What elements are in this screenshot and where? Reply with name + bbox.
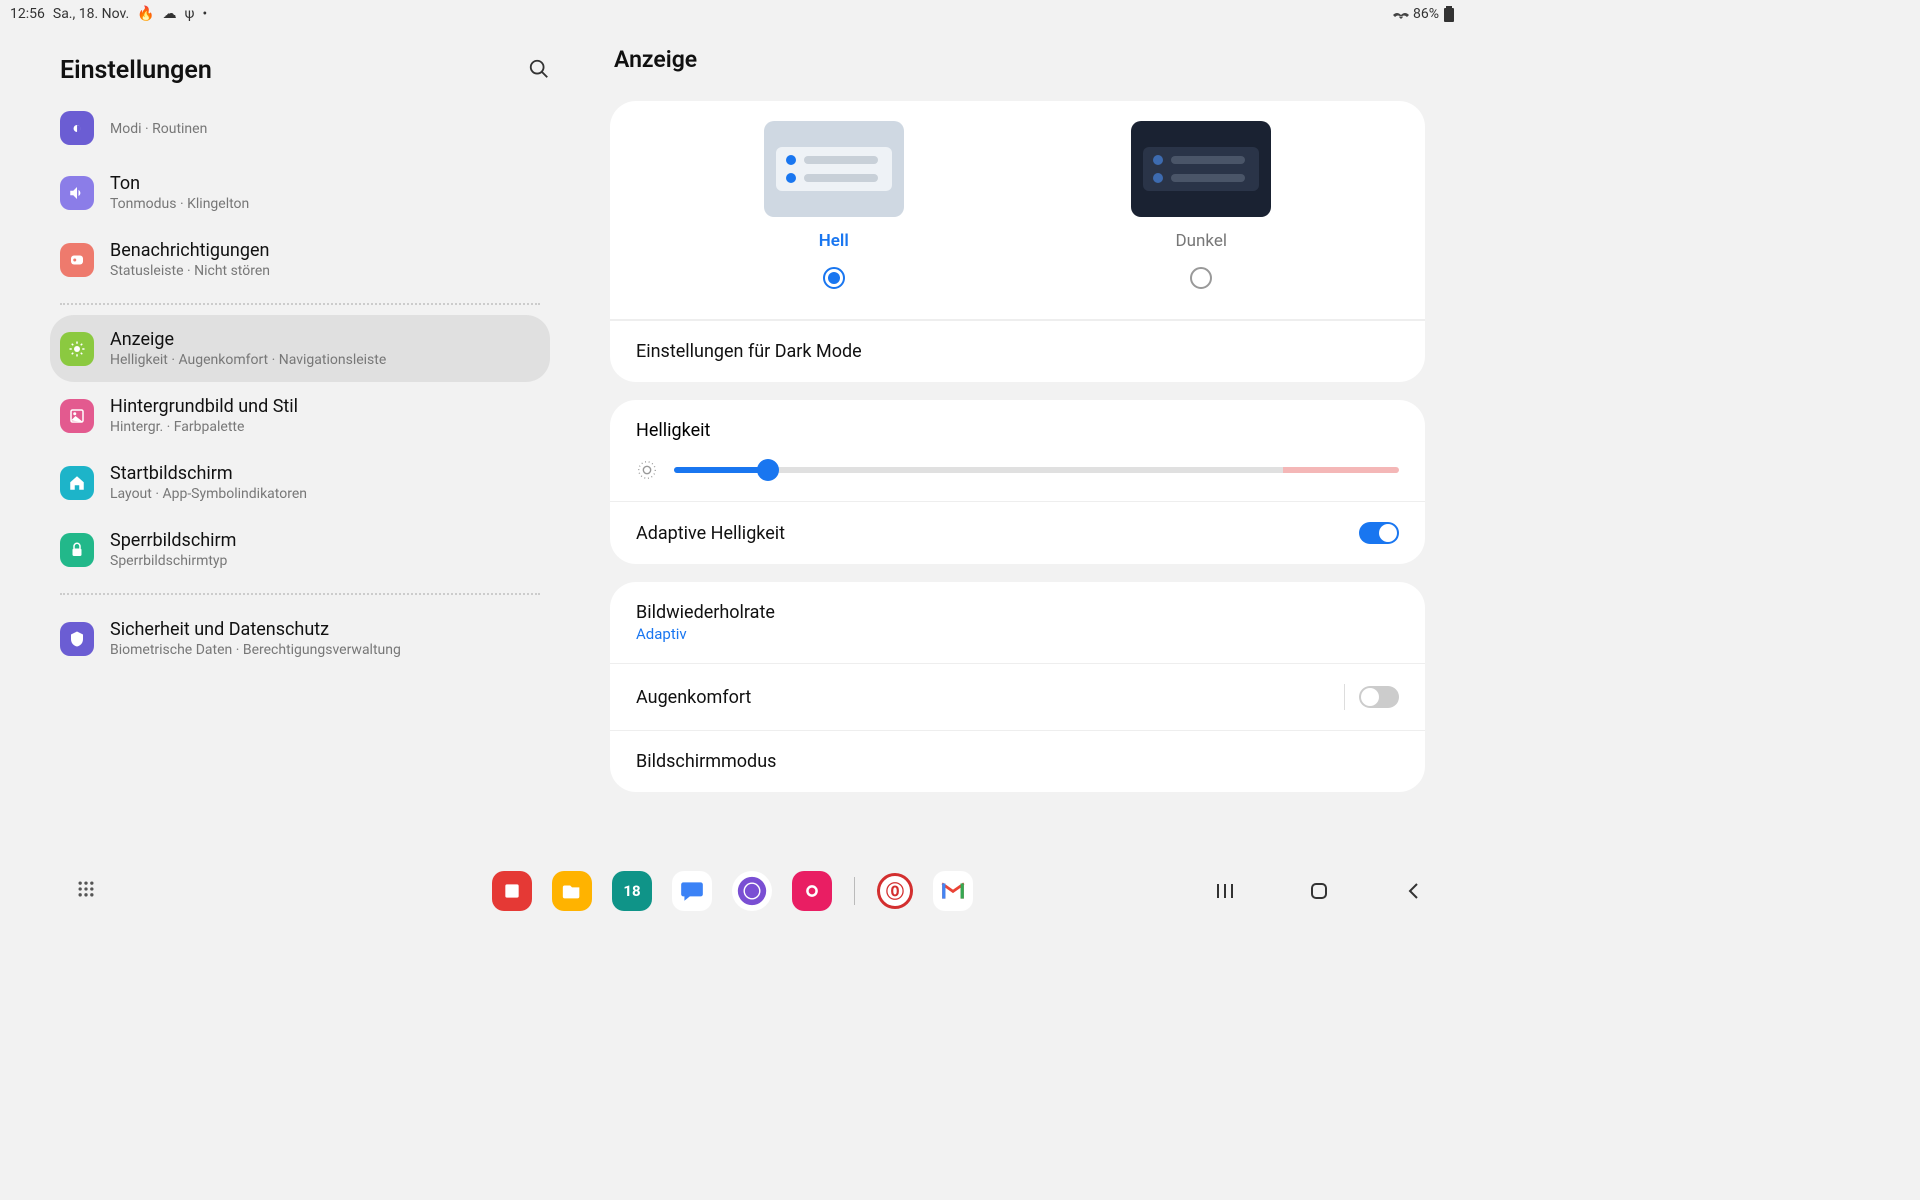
sidebar-list[interactable]: ◐ Modi · Routinen Ton Tonmodus · Klingel… [10, 111, 570, 866]
sidebar-item-label: Hintergrundbild und Stil [110, 396, 298, 417]
dark-mode-settings-label: Einstellungen für Dark Mode [636, 341, 862, 362]
theme-preview-dark [1131, 121, 1271, 217]
more-display-card: Bildwiederholrate Adaptiv Augenkomfort B… [610, 582, 1425, 792]
sidebar-item-sub: Tonmodus · Klingelton [110, 196, 249, 212]
refresh-rate-label: Bildwiederholrate [636, 602, 775, 623]
sidebar-item-homescreen[interactable]: Startbildschirm Layout · App-Symbolindik… [50, 449, 550, 516]
settings-sidebar: Einstellungen ◐ Modi · Routinen Ton Ton [0, 28, 580, 866]
cloud-icon: ☁ [163, 6, 177, 22]
status-right: 86% [1393, 6, 1455, 22]
notifications-icon [60, 243, 94, 277]
sidebar-item-modes[interactable]: ◐ Modi · Routinen [50, 111, 550, 159]
dock-app-1[interactable] [492, 871, 532, 911]
sidebar-item-sub: Sperrbildschirmtyp [110, 553, 236, 569]
theme-option-dark[interactable]: Dunkel [1131, 121, 1271, 289]
apps-drawer-button[interactable] [76, 879, 96, 903]
brightness-card: Helligkeit Adaptive Helligkeit [610, 400, 1425, 564]
wifi-icon [1393, 7, 1409, 21]
nav-home[interactable] [1307, 879, 1331, 903]
dock-separator [854, 877, 855, 905]
modes-icon: ◐ [60, 111, 94, 145]
sidebar-item-sub: Layout · App-Symbolindikatoren [110, 486, 307, 502]
shield-icon [60, 622, 94, 656]
brightness-section: Helligkeit [610, 400, 1425, 501]
eye-comfort-toggle[interactable] [1359, 686, 1399, 708]
theme-preview-light [764, 121, 904, 217]
dock-app-ul[interactable]: ⓪ [877, 873, 913, 909]
divider [60, 593, 540, 595]
theme-card: Hell Dunkel Einstellungen für Dark Mode [610, 101, 1425, 382]
dock-app-browser[interactable] [732, 871, 772, 911]
dot-icon: • [202, 6, 207, 22]
display-content[interactable]: Anzeige Hell [580, 28, 1465, 866]
wallpaper-icon [60, 399, 94, 433]
dock-app-camera[interactable] [792, 871, 832, 911]
radio-dark[interactable] [1190, 267, 1212, 289]
brightness-slider[interactable] [674, 467, 1399, 473]
sidebar-item-display[interactable]: Anzeige Helligkeit · Augenkomfort · Navi… [50, 315, 550, 382]
sidebar-item-sub: Helligkeit · Augenkomfort · Navigationsl… [110, 352, 386, 368]
usb-icon: ψ [185, 6, 195, 22]
display-icon [60, 332, 94, 366]
status-time: 12:56 [10, 6, 45, 22]
sidebar-item-sub: Modi · Routinen [110, 121, 207, 137]
adaptive-brightness-toggle[interactable] [1359, 522, 1399, 544]
adaptive-brightness-label: Adaptive Helligkeit [636, 523, 785, 544]
divider [60, 303, 540, 305]
theme-selector: Hell Dunkel [610, 101, 1425, 320]
theme-option-light[interactable]: Hell [764, 121, 904, 289]
dock-app-calendar[interactable]: 18 [612, 871, 652, 911]
screen-mode-label: Bildschirmmodus [636, 751, 776, 772]
dock-app-messages[interactable] [672, 871, 712, 911]
dock-app-gmail[interactable] [933, 871, 973, 911]
slider-thumb[interactable] [757, 459, 779, 481]
screen-mode-row[interactable]: Bildschirmmodus [610, 730, 1425, 792]
status-bar: 12:56 Sa., 18. Nov. 🔥 ☁ ψ • 86% [0, 0, 1465, 28]
sidebar-item-sound[interactable]: Ton Tonmodus · Klingelton [50, 159, 550, 226]
sidebar-item-label: Sicherheit und Datenschutz [110, 619, 401, 640]
sidebar-header: Einstellungen [10, 46, 570, 111]
search-icon [528, 58, 550, 80]
status-red-icon: 🔥 [137, 6, 154, 22]
nav-recents[interactable] [1213, 879, 1237, 903]
dark-mode-settings-row[interactable]: Einstellungen für Dark Mode [610, 320, 1425, 382]
sidebar-item-wallpaper[interactable]: Hintergrundbild und Stil Hintergr. · Far… [50, 382, 550, 449]
adaptive-brightness-row[interactable]: Adaptive Helligkeit [610, 501, 1425, 564]
brightness-slider-row [636, 459, 1399, 481]
brightness-title: Helligkeit [636, 420, 1399, 441]
status-date: Sa., 18. Nov. [53, 6, 129, 22]
sidebar-item-label: Startbildschirm [110, 463, 307, 484]
dock-app-files[interactable] [552, 871, 592, 911]
sidebar-item-label: Ton [110, 173, 249, 194]
radio-light[interactable] [823, 267, 845, 289]
sidebar-item-label: Sperrbildschirm [110, 530, 236, 551]
eye-comfort-label: Augenkomfort [636, 687, 751, 708]
sidebar-item-sub: Biometrische Daten · Berechtigungsverwal… [110, 642, 401, 658]
refresh-rate-value: Adaptiv [636, 625, 775, 643]
eye-comfort-row[interactable]: Augenkomfort [610, 663, 1425, 730]
home-icon [60, 466, 94, 500]
sidebar-item-label: Anzeige [110, 329, 386, 350]
content-title: Anzeige [610, 46, 1425, 73]
sidebar-item-lockscreen[interactable]: Sperrbildschirm Sperrbildschirmtyp [50, 516, 550, 583]
sun-icon [636, 459, 658, 481]
dock: 18 ⓪ [0, 866, 1465, 916]
sidebar-title: Einstellungen [60, 56, 212, 85]
status-left: 12:56 Sa., 18. Nov. 🔥 ☁ ψ • [10, 6, 207, 22]
sidebar-item-sub: Statusleiste · Nicht stören [110, 263, 270, 279]
sidebar-item-notifications[interactable]: Benachrichtigungen Statusleiste · Nicht … [50, 226, 550, 293]
sidebar-item-sub: Hintergr. · Farbpalette [110, 419, 298, 435]
battery-icon [1443, 6, 1455, 22]
battery-text: 86% [1413, 6, 1439, 22]
sound-icon [60, 176, 94, 210]
theme-label-dark: Dunkel [1175, 231, 1227, 251]
refresh-rate-row[interactable]: Bildwiederholrate Adaptiv [610, 582, 1425, 663]
theme-label-light: Hell [819, 231, 849, 251]
sidebar-item-label: Benachrichtigungen [110, 240, 270, 261]
nav-buttons [1213, 879, 1425, 903]
lock-icon [60, 533, 94, 567]
search-button[interactable] [528, 58, 550, 84]
nav-back[interactable] [1401, 879, 1425, 903]
sidebar-item-security[interactable]: Sicherheit und Datenschutz Biometrische … [50, 605, 550, 672]
